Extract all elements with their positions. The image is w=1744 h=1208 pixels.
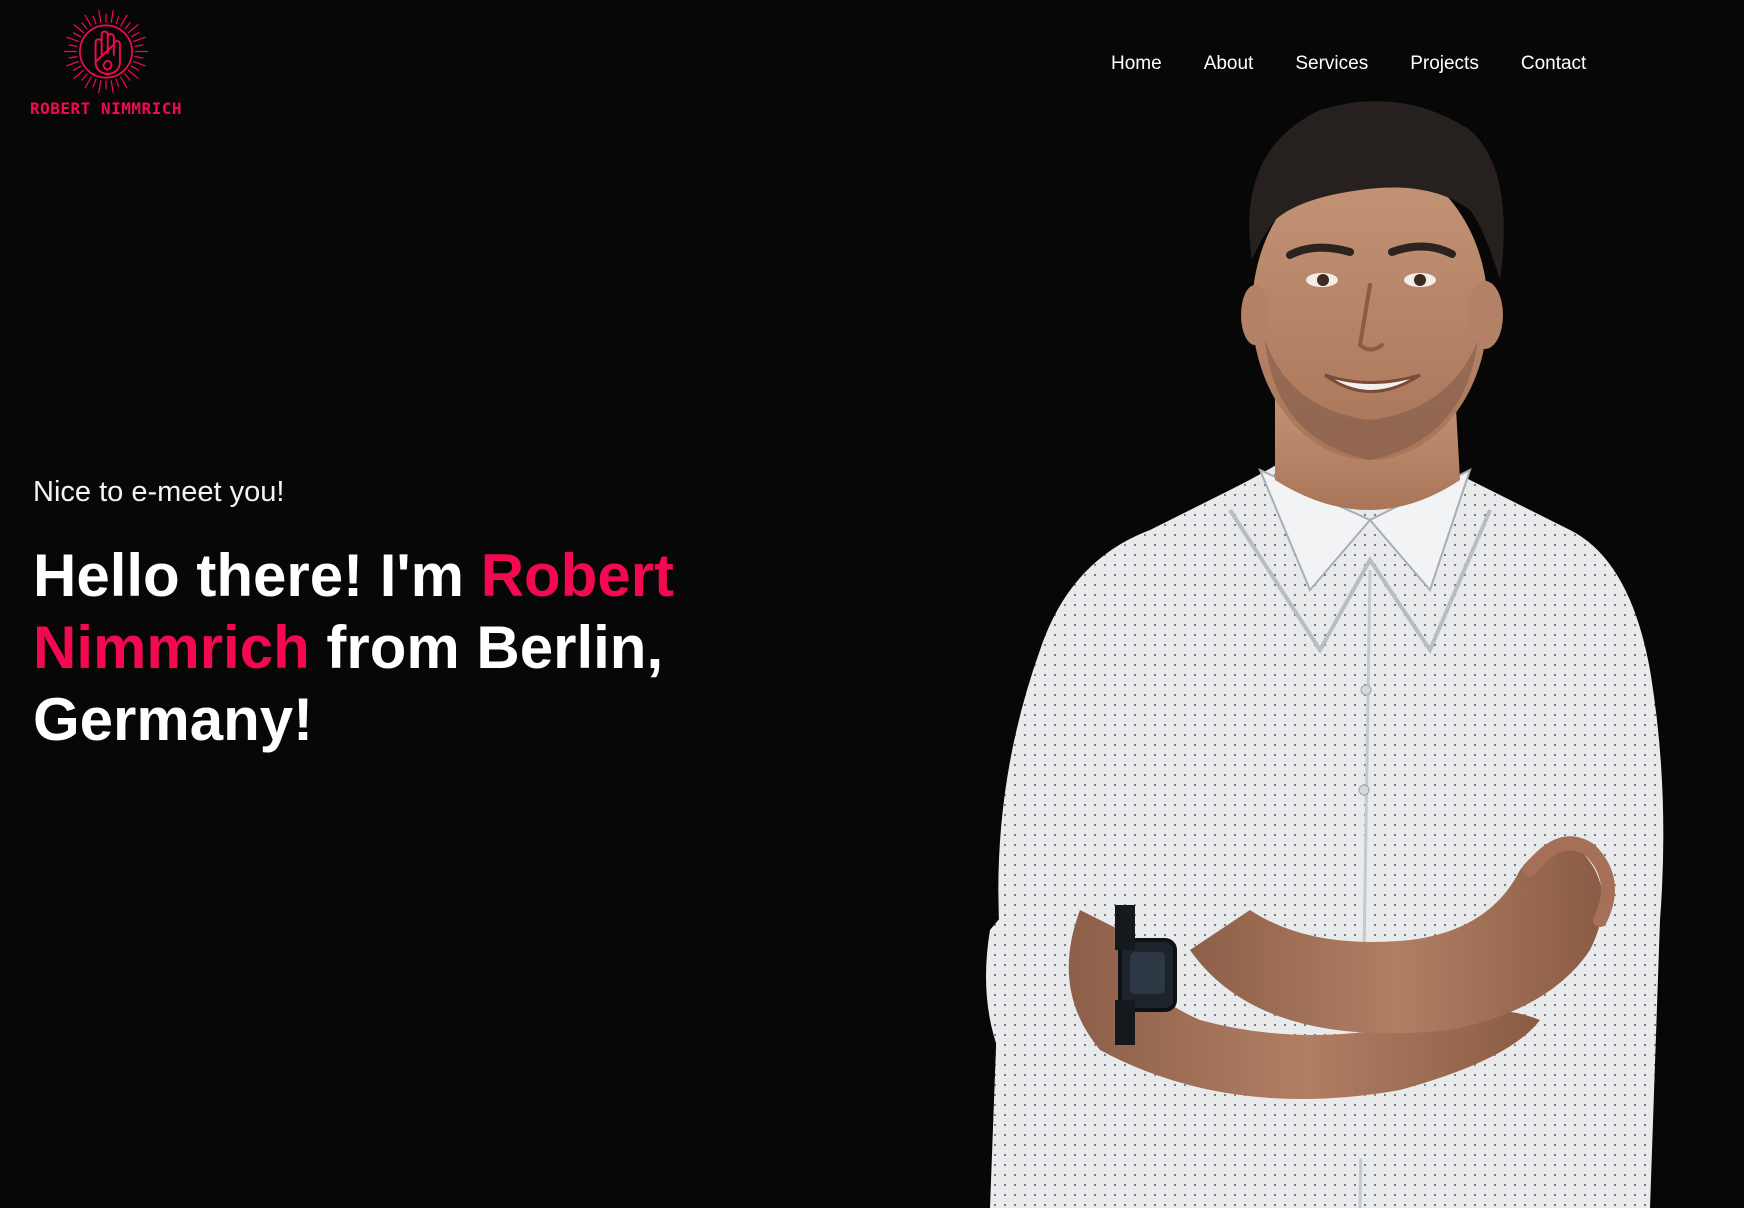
nav-projects[interactable]: Projects — [1389, 50, 1500, 78]
portrait-photo — [986, 101, 1664, 1208]
logo-text: ROBERT NIMMRICH — [30, 99, 182, 118]
page: ROBERT NIMMRICH Home About Services Proj… — [0, 0, 1744, 1208]
main-nav: Home About Services Projects Contact — [1090, 50, 1607, 78]
hand-sunburst-icon — [63, 9, 149, 94]
site-logo[interactable]: ROBERT NIMMRICH — [30, 8, 182, 118]
headline-first-name: Robert — [480, 542, 675, 609]
nav-about[interactable]: About — [1183, 50, 1275, 78]
headline-last-name: Nimmrich — [33, 614, 310, 681]
hero-headline: Hello there! I'm Robert Nimmrich from Ber… — [33, 540, 933, 756]
hero-greeting: Nice to e-meet you! — [33, 476, 285, 508]
nav-services[interactable]: Services — [1274, 50, 1389, 78]
nav-contact[interactable]: Contact — [1500, 50, 1607, 78]
nav-home[interactable]: Home — [1090, 50, 1183, 78]
headline-intro: Hello there! I'm — [33, 542, 481, 609]
